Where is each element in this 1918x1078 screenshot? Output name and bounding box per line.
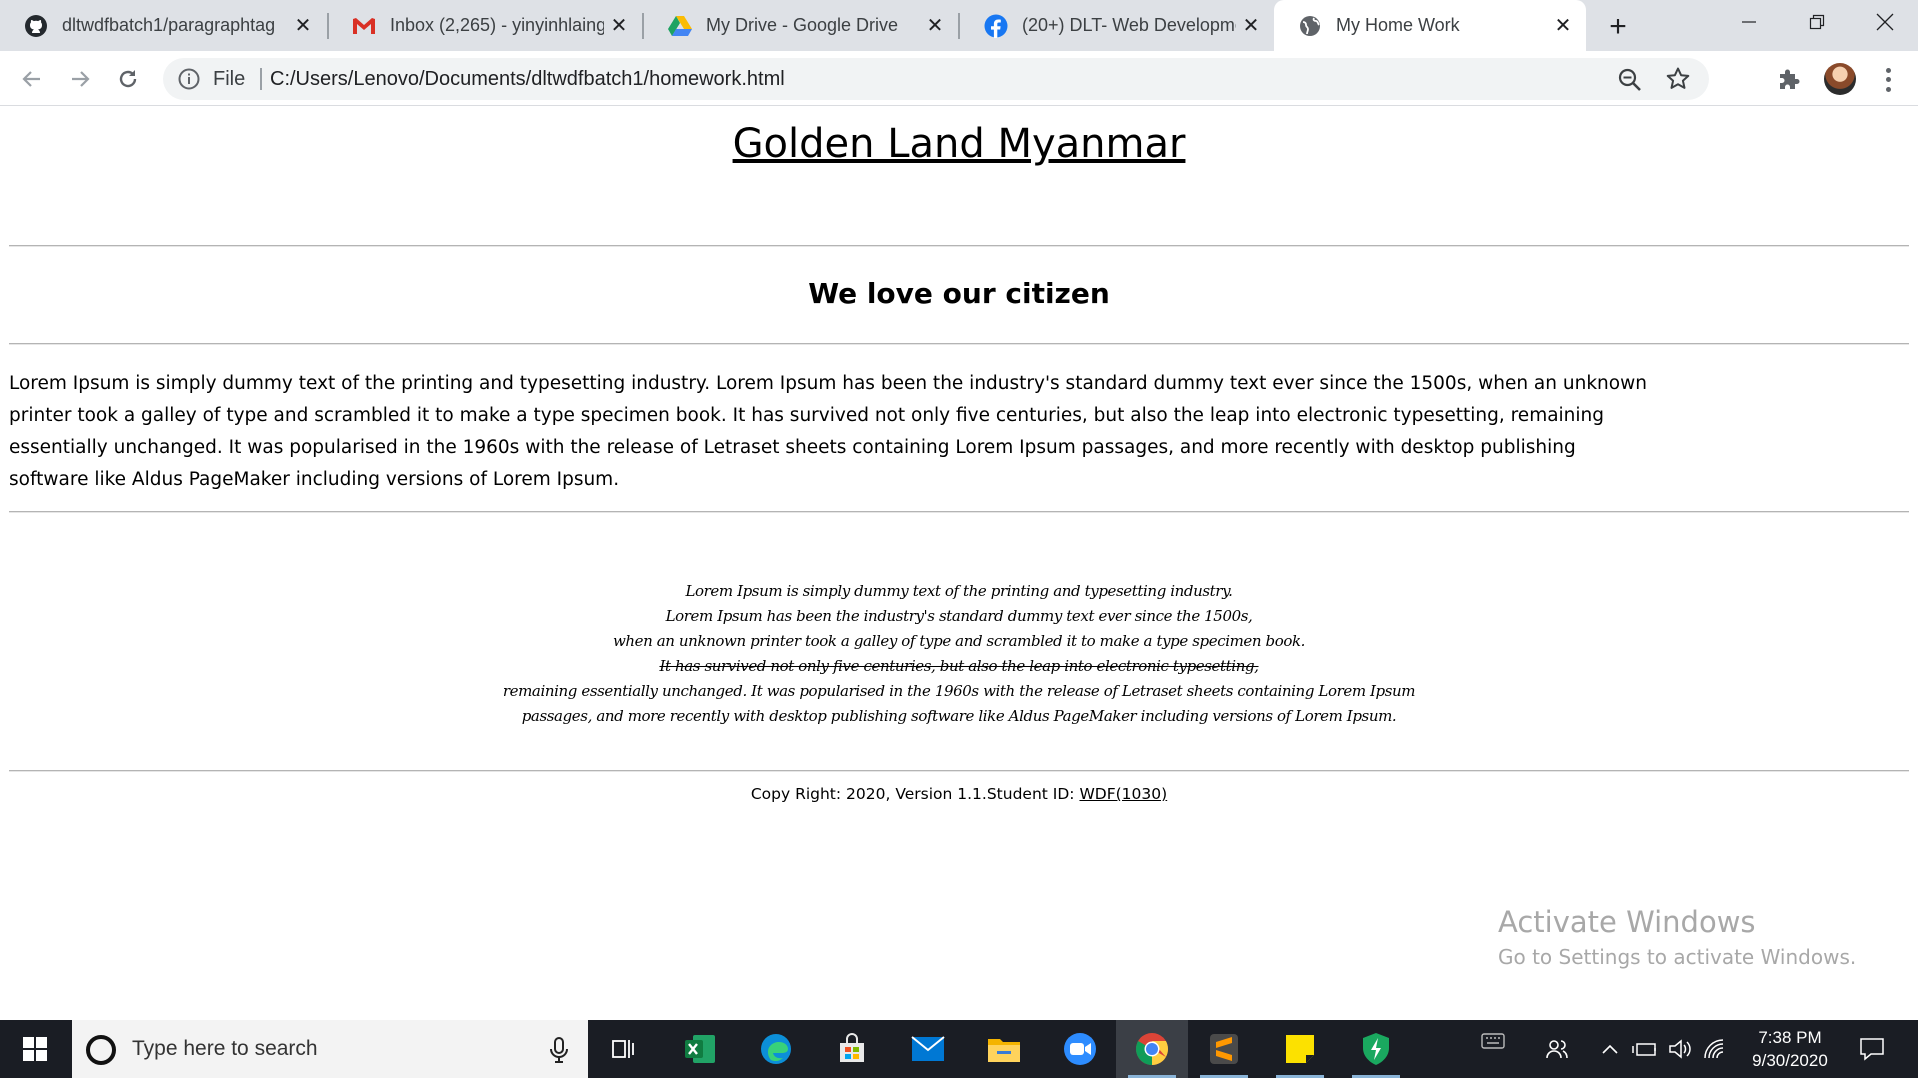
- tab-title: dltwdfbatch1/paragraphtag: [62, 15, 276, 35]
- tab-google-drive[interactable]: My Drive - Google Drive ✕: [644, 0, 958, 51]
- close-tab-icon[interactable]: ✕: [604, 11, 634, 41]
- tab-title: My Home Work: [1336, 15, 1460, 35]
- tab-title: My Drive - Google Drive: [706, 15, 899, 35]
- windows-start-icon[interactable]: [0, 1020, 70, 1078]
- search-placeholder: Type here to search: [132, 1037, 318, 1060]
- tab-facebook[interactable]: (20+) DLT- Web Developme ✕: [960, 0, 1274, 51]
- page-subheading: We love our citizen: [808, 277, 1110, 310]
- extensions-puzzle-icon[interactable]: [1776, 66, 1804, 94]
- verse-line: remaining essentially unchanged. It was …: [502, 682, 1416, 700]
- sticky-notes-icon[interactable]: [1264, 1020, 1336, 1078]
- close-window-icon[interactable]: [1856, 0, 1914, 44]
- file-explorer-icon[interactable]: [968, 1020, 1040, 1078]
- wifi-icon[interactable]: [1700, 1020, 1730, 1078]
- cortana-icon[interactable]: [86, 1035, 116, 1065]
- page-footer: Copy Right: 2020, Version 1.1.Student ID…: [0, 785, 1918, 803]
- zoom-icon[interactable]: [1044, 1020, 1116, 1078]
- kebab-menu-icon[interactable]: [1876, 66, 1900, 94]
- globe-icon: [1298, 14, 1322, 38]
- horizontal-rule: [9, 511, 1909, 513]
- security-shield-icon[interactable]: [1340, 1020, 1412, 1078]
- people-icon[interactable]: [1540, 1020, 1574, 1078]
- windows-taskbar: Type here to search 7:38 PM 9/30/2020: [0, 1020, 1918, 1078]
- verse-line: when an unknown printer took a galley of…: [612, 632, 1306, 650]
- watermark-title: Activate Windows: [1498, 905, 1756, 939]
- reload-icon[interactable]: [108, 59, 148, 99]
- sublime-text-icon[interactable]: [1188, 1020, 1260, 1078]
- notification-center-icon[interactable]: [1852, 1020, 1892, 1078]
- tab-my-home-work[interactable]: My Home Work ✕: [1274, 0, 1586, 51]
- verse-line: Lorem Ipsum is simply dummy text of the …: [685, 582, 1233, 600]
- clock-time: 7:38 PM: [1758, 1028, 1822, 1047]
- tab-title: (20+) DLT- Web Developme: [1022, 15, 1236, 35]
- scheme-label: File: [213, 68, 246, 90]
- browser-toolbar: File C:/Users/Lenovo/Documents/dltwdfbat…: [0, 51, 1918, 106]
- verse-line: passages, and more recently with desktop…: [521, 707, 1397, 725]
- verse-line: Lorem Ipsum has been the industry's stan…: [665, 607, 1253, 625]
- copyright-text: Copy Right: 2020, Version 1.1.Student ID…: [750, 785, 1080, 803]
- chrome-icon[interactable]: [1116, 1020, 1188, 1078]
- microphone-icon[interactable]: [548, 1036, 570, 1064]
- system-clock[interactable]: 7:38 PM 9/30/2020: [1730, 1026, 1850, 1072]
- clock-date: 9/30/2020: [1752, 1051, 1828, 1070]
- battery-icon[interactable]: [1630, 1020, 1660, 1078]
- profile-avatar[interactable]: [1824, 63, 1856, 95]
- mail-icon[interactable]: [892, 1020, 964, 1078]
- tab-strip: dltwdfbatch1/paragraphtag ✕ Inbox (2,265…: [0, 0, 1918, 51]
- github-icon: [24, 14, 48, 38]
- verse-line-struck: It has survived not only five centuries,…: [0, 654, 1918, 679]
- zoom-out-icon[interactable]: [1617, 67, 1643, 93]
- close-tab-icon[interactable]: ✕: [1236, 11, 1266, 41]
- activate-windows-watermark: Activate Windows Go to Settings to activ…: [1498, 905, 1856, 969]
- horizontal-rule: [9, 770, 1909, 772]
- chevron-up-icon[interactable]: [1598, 1020, 1622, 1078]
- taskbar-search-box[interactable]: Type here to search: [72, 1020, 588, 1078]
- address-bar[interactable]: File C:/Users/Lenovo/Documents/dltwdfbat…: [163, 58, 1709, 100]
- store-icon[interactable]: [816, 1020, 888, 1078]
- keyboard-icon[interactable]: [1478, 1012, 1508, 1070]
- task-view-icon[interactable]: [588, 1020, 660, 1078]
- bookmark-star-icon[interactable]: [1665, 66, 1691, 92]
- preformatted-verse: Lorem Ipsum is simply dummy text of the …: [0, 579, 1918, 729]
- facebook-icon: [984, 14, 1008, 38]
- close-tab-icon[interactable]: ✕: [1548, 11, 1578, 41]
- close-tab-icon[interactable]: ✕: [288, 11, 318, 41]
- url-text[interactable]: C:/Users/Lenovo/Documents/dltwdfbatch1/h…: [270, 68, 785, 91]
- address-separator: [260, 68, 262, 90]
- info-icon[interactable]: [177, 67, 201, 91]
- tab-gmail[interactable]: Inbox (2,265) - yinyinhlaing ✕: [328, 0, 642, 51]
- restore-icon[interactable]: [1788, 0, 1846, 44]
- strikethrough-text: It has survived not only five centuries,…: [659, 657, 1259, 675]
- tab-github[interactable]: dltwdfbatch1/paragraphtag ✕: [0, 0, 326, 51]
- web-page: Golden Land Myanmar We love our citizen …: [0, 107, 1918, 1020]
- page-heading: Golden Land Myanmar: [732, 121, 1186, 167]
- back-icon[interactable]: [12, 59, 52, 99]
- horizontal-rule: [9, 343, 1909, 345]
- lorem-paragraph: Lorem Ipsum is simply dummy text of the …: [9, 373, 1647, 490]
- forward-icon[interactable]: [60, 59, 100, 99]
- student-id-abbr[interactable]: WDF(1030): [1079, 785, 1167, 803]
- gmail-icon: [352, 14, 376, 38]
- watermark-subtitle: Go to Settings to activate Windows.: [1498, 945, 1857, 969]
- horizontal-rule: [9, 245, 1909, 247]
- excel-icon[interactable]: [664, 1020, 736, 1078]
- tab-title: Inbox (2,265) - yinyinhlaing: [390, 15, 604, 35]
- volume-icon[interactable]: [1666, 1020, 1696, 1078]
- close-tab-icon[interactable]: ✕: [920, 11, 950, 41]
- minimize-icon[interactable]: [1720, 0, 1778, 44]
- google-drive-icon: [668, 14, 692, 38]
- edge-icon[interactable]: [740, 1020, 812, 1078]
- new-tab-button[interactable]: +: [1600, 9, 1636, 45]
